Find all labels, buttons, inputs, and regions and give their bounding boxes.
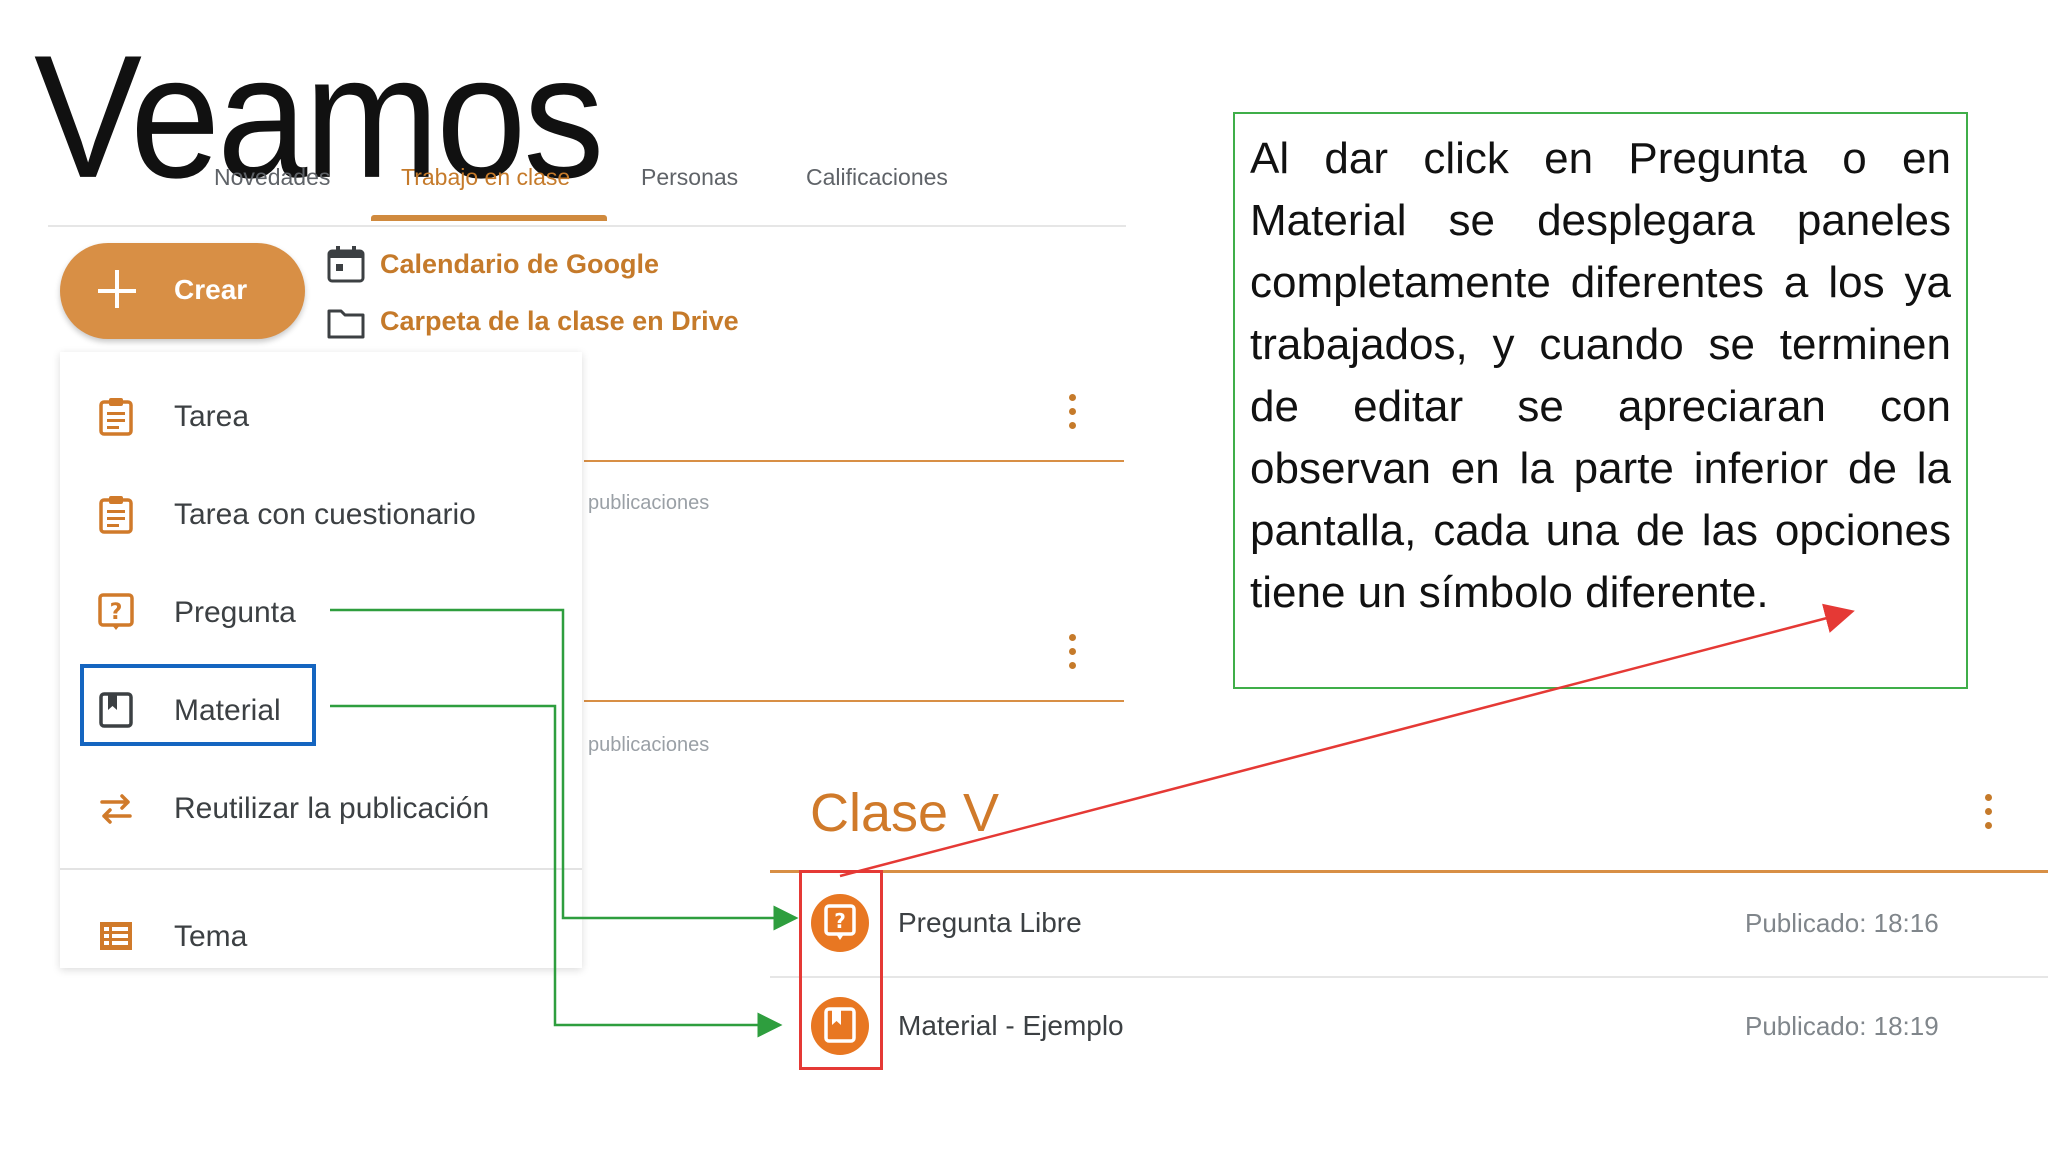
- explanation-box: Al dar click en Pregunta o en Material s…: [1233, 112, 1968, 689]
- menu-divider: [60, 868, 582, 870]
- class-topic-divider: [770, 870, 2048, 873]
- topic-list-icon: [100, 922, 132, 950]
- topic-divider: [584, 460, 1124, 462]
- class-topic-title: Clase V: [810, 783, 1000, 843]
- post-divider: [770, 976, 2048, 978]
- menu-item-reutilizar[interactable]: Reutilizar la publicación: [60, 766, 582, 846]
- plus-icon: [98, 265, 140, 317]
- folder-icon: [327, 309, 365, 339]
- menu-item-label: Tarea con cuestionario: [174, 498, 476, 531]
- menu-item-label: Pregunta: [174, 596, 296, 629]
- post-title[interactable]: Pregunta Libre: [898, 907, 1082, 939]
- material-highlight-box: [80, 664, 316, 746]
- topic-divider: [584, 700, 1124, 702]
- post-title[interactable]: Material - Ejemplo: [898, 1010, 1124, 1042]
- publications-label: publicaciones: [588, 734, 710, 756]
- more-options-icon[interactable]: [1066, 392, 1078, 432]
- tab-novedades[interactable]: Novedades: [214, 164, 330, 191]
- reuse-icon: [100, 794, 132, 824]
- menu-item-tarea[interactable]: Tarea: [60, 374, 582, 454]
- tabs-divider: [48, 225, 1126, 227]
- post-icons-highlight-box: [799, 870, 883, 1070]
- quiz-assignment-icon: [99, 496, 133, 534]
- menu-item-label: Reutilizar la publicación: [174, 792, 490, 825]
- publications-label: publicaciones: [588, 492, 710, 514]
- menu-item-tarea-cuestionario[interactable]: Tarea con cuestionario: [60, 472, 582, 552]
- create-button[interactable]: Crear: [60, 243, 305, 339]
- more-options-icon[interactable]: [1066, 632, 1078, 672]
- post-timestamp: Publicado: 18:19: [1745, 1011, 1939, 1041]
- create-button-label: Crear: [174, 274, 248, 305]
- create-menu: Tarea Tarea con cuestionario ? Pregunta …: [60, 352, 582, 968]
- drive-folder-link-label: Carpeta de la clase en Drive: [380, 306, 739, 336]
- question-icon: ?: [98, 593, 134, 630]
- calendar-icon: [327, 246, 365, 283]
- more-options-icon[interactable]: [1982, 792, 1994, 832]
- menu-item-pregunta[interactable]: ? Pregunta: [60, 570, 582, 650]
- google-calendar-link-label: Calendario de Google: [380, 249, 660, 279]
- post-timestamp: Publicado: 18:16: [1745, 908, 1939, 938]
- svg-text:?: ?: [110, 600, 123, 625]
- menu-item-label: Tema: [174, 920, 248, 953]
- assignment-icon: [99, 398, 133, 436]
- tab-personas[interactable]: Personas: [641, 164, 738, 191]
- menu-item-tema[interactable]: Tema: [60, 894, 582, 974]
- active-tab-indicator: [371, 215, 607, 221]
- explanation-text: Al dar click en Pregunta o en Material s…: [1250, 134, 1951, 617]
- tab-trabajo-en-clase[interactable]: Trabajo en clase: [401, 164, 570, 191]
- menu-item-label: Tarea: [174, 400, 250, 433]
- tab-calificaciones[interactable]: Calificaciones: [806, 164, 948, 191]
